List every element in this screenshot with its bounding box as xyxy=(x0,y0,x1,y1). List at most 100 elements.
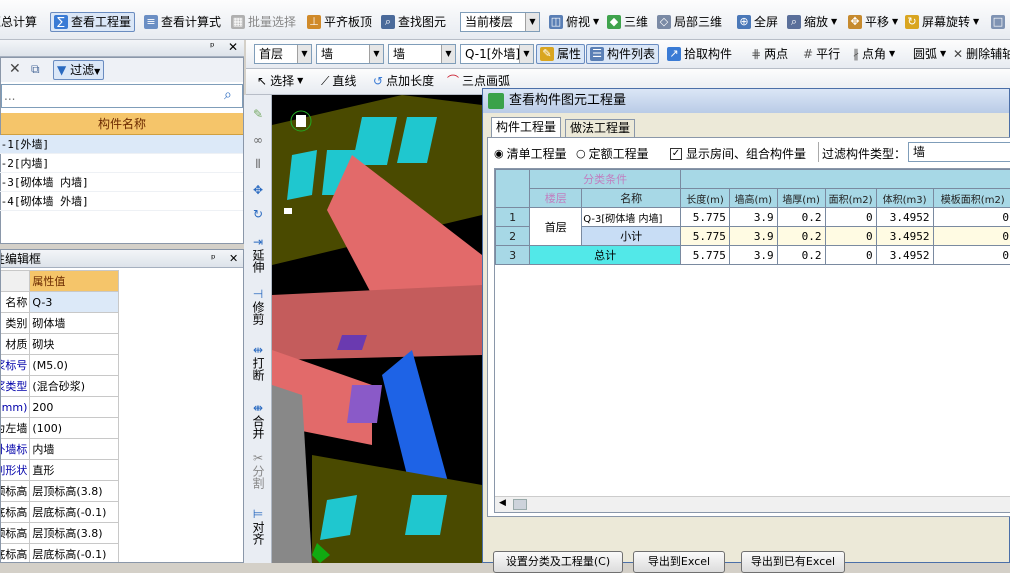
current-floor-dropdown[interactable]: 当前楼层▼ xyxy=(460,12,540,32)
brush-icon[interactable]: ✎ xyxy=(247,107,269,121)
list-item[interactable]: Q-2[内墙] xyxy=(0,154,243,173)
pin-icon[interactable]: ᵖ xyxy=(211,250,216,268)
break-button[interactable]: ⇹打断 xyxy=(247,343,269,384)
chevron-down-icon: ▼ xyxy=(593,12,599,32)
col-area: 面积(m2) xyxy=(825,189,876,208)
model-3d-view[interactable] xyxy=(272,95,482,563)
align-slab-button[interactable]: ⊥平齐板顶 xyxy=(304,12,375,32)
delete-icon[interactable]: ✕ xyxy=(9,61,21,77)
close-icon[interactable]: ✕ xyxy=(229,250,238,268)
point-angle-button[interactable]: ∦点角▼ xyxy=(850,44,898,64)
main-toolbar: 汇总计算 ∑查看工程量 ≡查看计算式 ▦批量选择 ⊥平齐板顶 ⌕查找图元 当前楼… xyxy=(0,0,1010,40)
parallel-button[interactable]: #平行 xyxy=(800,44,843,64)
top-view-button[interactable]: ◫俯视▼ xyxy=(546,12,602,32)
parallel-icon: # xyxy=(803,44,813,64)
point-angle-icon: ∦ xyxy=(853,44,859,64)
local-3d-button[interactable]: ◇局部三维 xyxy=(654,12,725,32)
arc-button[interactable]: 圆弧▼ xyxy=(910,44,949,64)
summary-calc-button[interactable]: 汇总计算 xyxy=(0,12,40,32)
mirror-icon[interactable]: ⫴ xyxy=(247,157,269,171)
find-icon: ⌕ xyxy=(381,15,395,29)
close-icon[interactable]: ✕ xyxy=(228,40,238,54)
pick-element-button[interactable]: ↗拾取构件 xyxy=(664,44,735,64)
pan-button[interactable]: ✥平移▼ xyxy=(845,12,901,32)
list-item[interactable]: Q-3[砌体墙 内墙] xyxy=(0,173,243,192)
align-button[interactable]: ⊨对齐 xyxy=(247,507,269,548)
radio-list-quantity[interactable]: ◉清单工程量 xyxy=(494,145,567,162)
label-marker xyxy=(296,115,306,127)
search-icon[interactable]: ⌕ xyxy=(224,87,232,103)
element-list-panel: ✕ ⧉ ▼ 过滤▼ ⌕ 构件名称 Q-1[外墙] Q-2[内墙] Q-3[砌体墙… xyxy=(0,57,244,244)
col-thickness: 墙厚(m) xyxy=(777,189,825,208)
box-view-button[interactable]: □ xyxy=(988,12,1008,32)
radio-quota-quantity[interactable]: ○定额工程量 xyxy=(576,145,649,162)
fullscreen-button[interactable]: ⊕全屏 xyxy=(734,12,781,32)
pin-icon[interactable]: ᵖ xyxy=(210,40,215,53)
merge-button[interactable]: ⇼合并 xyxy=(247,401,269,442)
move-icon[interactable]: ✥ xyxy=(247,183,269,197)
set-category-button[interactable]: 设置分类及工程量(C) xyxy=(493,551,623,573)
box-icon: □ xyxy=(991,15,1005,29)
find-element-button[interactable]: ⌕查找图元 xyxy=(378,12,449,32)
chevron-down-icon: ▼ xyxy=(94,67,100,76)
model-3d-drawing xyxy=(272,95,482,563)
col-floor: 楼层 xyxy=(530,189,582,208)
align-icon: ⊨ xyxy=(253,507,263,521)
horizontal-scrollbar[interactable]: ◀ xyxy=(495,496,1010,512)
link-icon[interactable]: ∞ xyxy=(247,133,269,147)
batch-select-button[interactable]: ▦批量选择 xyxy=(228,12,299,32)
element-toolbar: 首层▼ 墙▼ 墙▼ Q-1[外墙]▼ ✎属性 ☰构件列表 ↗拾取构件 ⋕两点 #… xyxy=(246,40,1010,69)
filter-type-dropdown[interactable]: 墙 xyxy=(908,142,1010,162)
wall-shape xyxy=(272,285,482,360)
chevron-down-icon: ▼ xyxy=(441,45,455,63)
list-item[interactable]: Q-4[砌体墙 外墙] xyxy=(0,192,243,211)
view-formula-button[interactable]: ≡查看计算式 xyxy=(141,12,224,32)
show-rooms-checkbox[interactable]: ✓显示房间、组合构件量 xyxy=(670,145,806,162)
floor-dropdown[interactable]: 首层▼ xyxy=(254,44,312,64)
element-dropdown[interactable]: Q-1[外墙]▼ xyxy=(460,44,534,64)
chevron-down-icon: ▼ xyxy=(940,44,946,64)
split-button[interactable]: ✂分割 xyxy=(247,451,269,492)
extend-icon: ⇥ xyxy=(253,235,263,249)
tab-component-quantity[interactable]: 构件工程量 xyxy=(491,117,561,137)
chevron-down-icon: ▼ xyxy=(525,13,539,31)
zoom-icon: ⌕ xyxy=(787,15,801,29)
radio-unchecked-icon: ○ xyxy=(576,147,586,160)
properties-button[interactable]: ✎属性 xyxy=(536,44,585,64)
edit-vertical-toolbar: ✎ ∞ ⫴ ✥ ↻ ⇥延伸 ⊣修剪 ⇹打断 ⇼合并 ✂分割 ⊨对齐 xyxy=(244,95,272,563)
scroll-thumb[interactable] xyxy=(513,499,527,510)
list-item[interactable]: Q-1[外墙] xyxy=(0,135,243,154)
filter-type-label: 过滤构件类型： xyxy=(822,145,906,162)
property-row: 材质砌块 xyxy=(0,334,203,355)
quantity-table: 分类条件 楼层 名称 长度(m) 墙高(m) 墙厚(m) 面积(m2) 体积(m… xyxy=(495,169,1010,265)
rotate-icon[interactable]: ↻ xyxy=(247,207,269,221)
select-button[interactable]: ↖选择▼ xyxy=(254,71,306,91)
chevron-down-icon: ▼ xyxy=(831,12,837,32)
type-dropdown[interactable]: 墙▼ xyxy=(388,44,456,64)
extend-button[interactable]: ⇥延伸 xyxy=(247,235,269,276)
filter-button[interactable]: ▼ 过滤▼ xyxy=(53,60,104,80)
app-icon xyxy=(488,93,504,109)
element-list-button[interactable]: ☰构件列表 xyxy=(586,44,659,64)
line-button[interactable]: ⟋直线 xyxy=(318,71,359,91)
search-input[interactable] xyxy=(2,85,217,107)
two-points-button[interactable]: ⋕两点 xyxy=(748,44,791,64)
property-row: 终点顶标高层顶标高(3.8) xyxy=(0,523,203,544)
list-panel-header: ᵖ ✕ xyxy=(0,40,244,57)
export-existing-excel-button[interactable]: 导出到已有Excel xyxy=(741,551,845,573)
point-length-button[interactable]: ↺点加长度 xyxy=(370,71,437,91)
copy-icon[interactable]: ⧉ xyxy=(31,62,40,77)
delete-aux-button[interactable]: ✕删除辅轴 xyxy=(950,44,1010,64)
export-excel-button[interactable]: 导出到Excel xyxy=(633,551,725,573)
trim-button[interactable]: ⊣修剪 xyxy=(247,287,269,328)
three-d-button[interactable]: ◆三维 xyxy=(604,12,651,32)
point-length-icon: ↺ xyxy=(373,71,383,91)
zoom-button[interactable]: ⌕缩放▼ xyxy=(784,12,840,32)
scroll-left-icon[interactable]: ◀ xyxy=(499,498,506,508)
tab-method-quantity[interactable]: 做法工程量 xyxy=(565,119,635,137)
screen-rotate-button[interactable]: ↻屏幕旋转▼ xyxy=(902,12,982,32)
delete-icon: ✕ xyxy=(953,44,963,64)
view-quantity-button[interactable]: ∑查看工程量 xyxy=(50,12,135,32)
category-dropdown[interactable]: 墙▼ xyxy=(316,44,384,64)
element-list: Q-1[外墙] Q-2[内墙] Q-3[砌体墙 内墙] Q-4[砌体墙 外墙] xyxy=(1,135,243,211)
